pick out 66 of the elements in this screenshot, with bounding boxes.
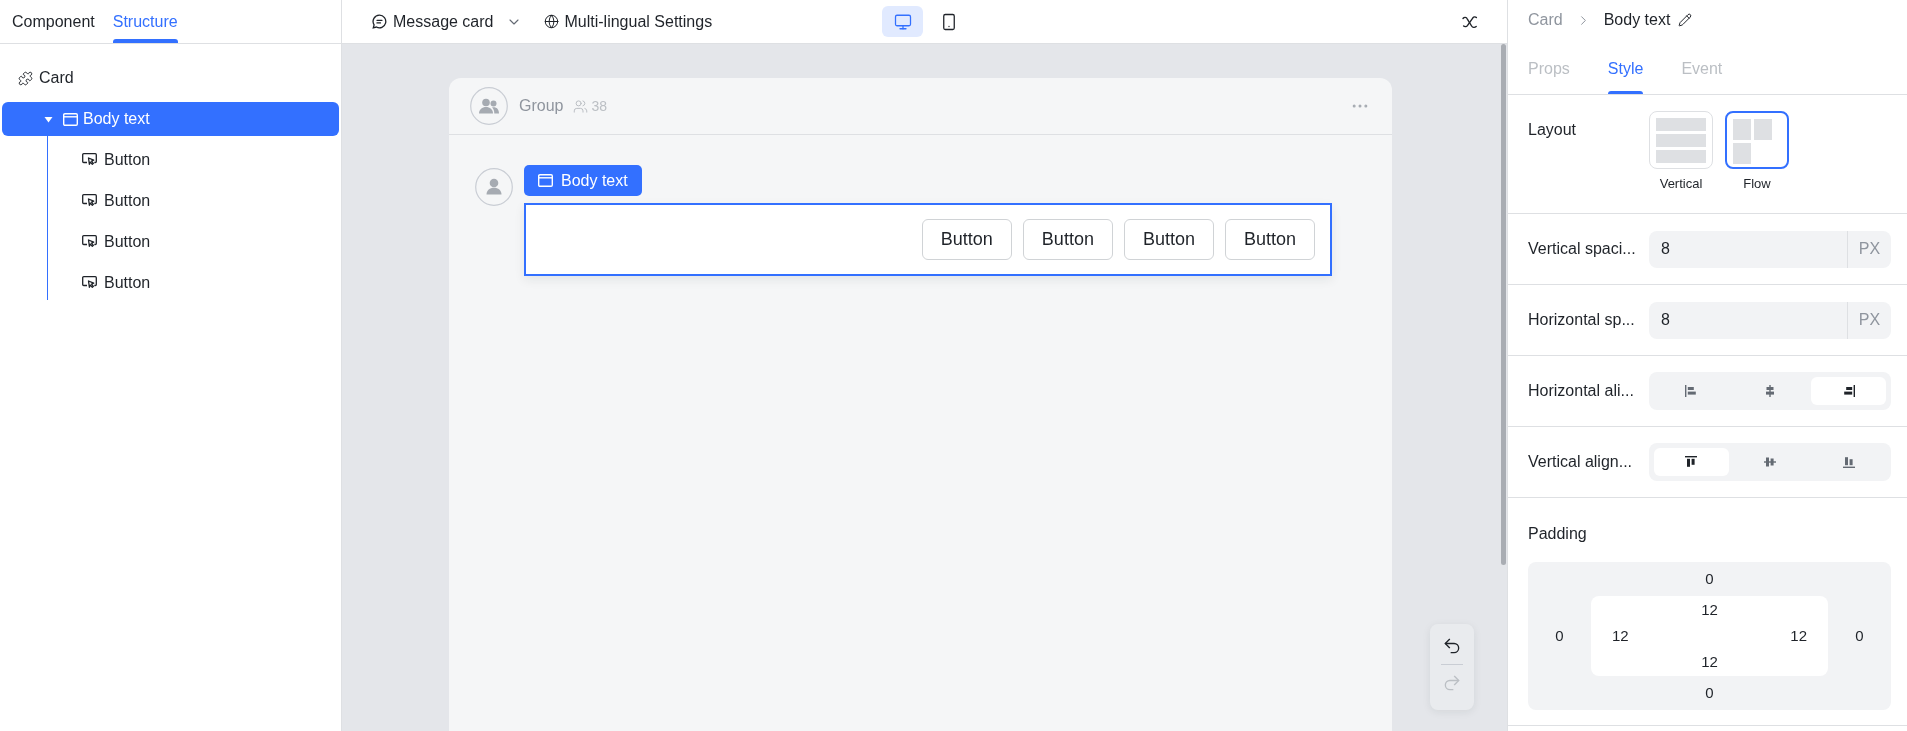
- member-count: 38: [591, 96, 608, 116]
- monitor-icon: [893, 12, 912, 31]
- card-type-dropdown[interactable]: Message card: [372, 9, 522, 34]
- breadcrumb-current: Body text: [1603, 10, 1671, 30]
- puzzle-icon: [18, 70, 33, 86]
- padding-value[interactable]: 0: [1855, 624, 1864, 648]
- unit-label: PX: [1847, 301, 1891, 339]
- property-label: Horizontal sp...: [1528, 310, 1636, 330]
- number-field[interactable]: 8 PX: [1649, 230, 1891, 268]
- tree-item[interactable]: Button: [50, 143, 339, 177]
- property-label: Horizontal ali...: [1528, 381, 1635, 401]
- align-right-button[interactable]: [1811, 377, 1886, 405]
- undo-icon: [1442, 636, 1462, 656]
- multilingual-settings-button[interactable]: Multi-lingual Settings: [543, 9, 713, 34]
- unit-label: PX: [1847, 230, 1891, 268]
- card-button[interactable]: Button: [1123, 219, 1214, 260]
- component-tag-label: Body text: [561, 170, 628, 191]
- layout-option[interactable]: [1725, 111, 1789, 169]
- inspector-tab[interactable]: Style: [1607, 40, 1644, 94]
- property-label: Vertical spaci...: [1528, 239, 1637, 259]
- tree-item[interactable]: Button: [50, 184, 339, 218]
- rows-layout-icon: [1656, 118, 1706, 163]
- card-button[interactable]: Button: [1224, 219, 1315, 260]
- tree-item[interactable]: Button: [50, 266, 339, 300]
- redo-icon: [1442, 673, 1462, 693]
- window-icon: [538, 174, 553, 187]
- align-top-icon: [1683, 454, 1700, 470]
- property-label: Padding: [1528, 524, 1588, 544]
- button-cursor-icon: [82, 235, 97, 249]
- edit-icon[interactable]: [1678, 13, 1693, 27]
- members-icon: [573, 98, 589, 114]
- tree-item[interactable]: Button: [50, 225, 339, 259]
- padding-value[interactable]: 12: [1612, 624, 1629, 648]
- panel-tab[interactable]: Structure: [112, 0, 178, 43]
- tree-item[interactable]: Body text: [2, 102, 339, 136]
- caret-down-icon[interactable]: [44, 114, 53, 124]
- padding-value[interactable]: 12: [1701, 598, 1718, 622]
- padding-value[interactable]: 0: [1705, 681, 1714, 705]
- align-top-button[interactable]: [1654, 448, 1729, 476]
- property-label: Layout: [1528, 120, 1578, 140]
- padding-value[interactable]: 12: [1790, 624, 1807, 648]
- padding-value[interactable]: 0: [1705, 567, 1714, 591]
- button-cursor-icon: [82, 276, 97, 290]
- button-cursor-icon: [82, 194, 97, 208]
- card-button[interactable]: Button: [1022, 219, 1113, 260]
- user-avatar-icon: [475, 168, 513, 206]
- chat-bubble-icon: [372, 14, 387, 29]
- tree-item[interactable]: Card: [2, 61, 339, 95]
- button-cursor-icon: [82, 153, 97, 167]
- globe-icon: [543, 14, 559, 29]
- group-avatar-icon: [470, 87, 508, 125]
- padding-value[interactable]: 0: [1555, 624, 1564, 648]
- card-button[interactable]: Button: [921, 219, 1012, 260]
- panel-tab[interactable]: Component: [12, 0, 95, 43]
- property-label: Vertical align...: [1528, 452, 1634, 472]
- flow-layout-icon: [1733, 119, 1772, 164]
- align-bottom-icon: [1840, 454, 1857, 470]
- padding-value[interactable]: 12: [1701, 650, 1718, 674]
- number-field[interactable]: 8 PX: [1649, 301, 1891, 339]
- layout-option-label: Flow: [1743, 175, 1771, 193]
- layout-option-label: Vertical: [1659, 175, 1703, 193]
- selected-container[interactable]: Button Button Button Button: [524, 203, 1332, 276]
- scrollbar-thumb[interactable]: [1500, 44, 1506, 565]
- group-name: Group: [519, 96, 564, 116]
- window-icon: [63, 112, 78, 126]
- variable-icon[interactable]: [1461, 13, 1479, 30]
